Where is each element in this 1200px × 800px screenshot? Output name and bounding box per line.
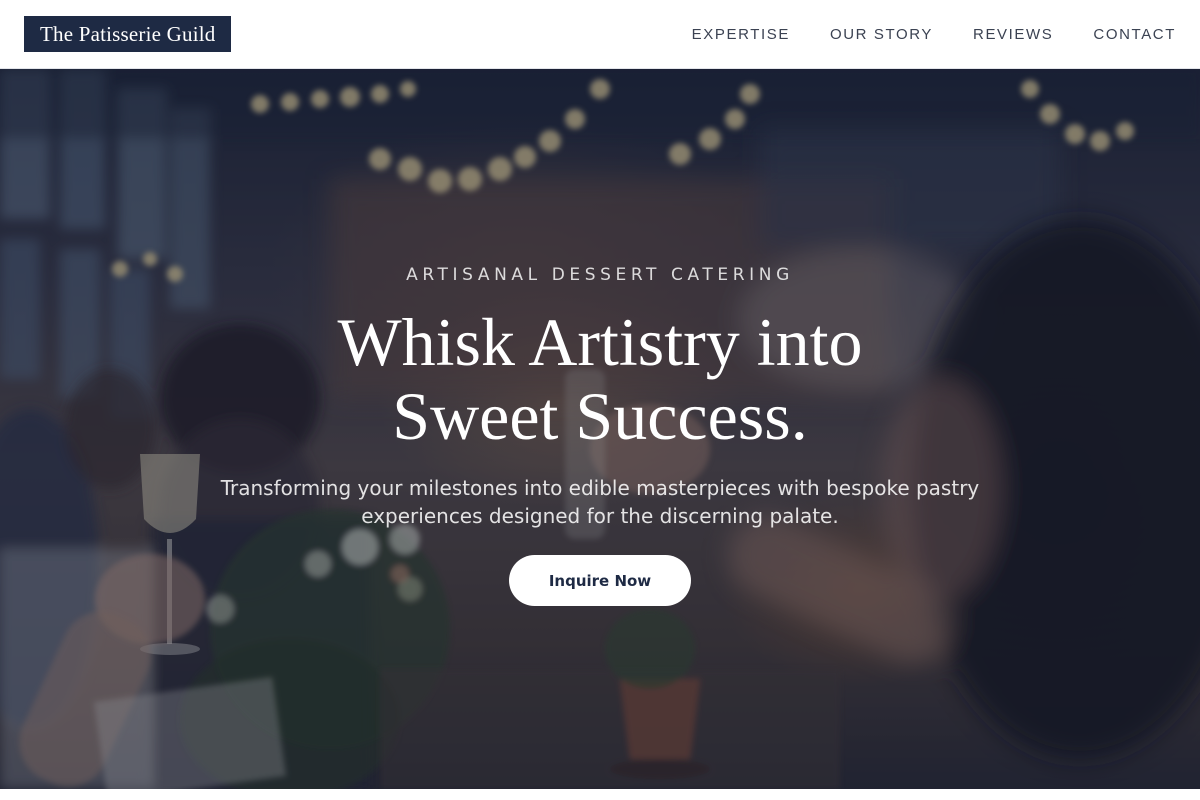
hero-section: ARTISANAL DESSERT CATERING Whisk Artistr… (0, 69, 1200, 789)
brand-logo[interactable]: The Patisserie Guild (24, 16, 232, 52)
nav-link-expertise[interactable]: EXPERTISE (692, 26, 790, 43)
inquire-now-button[interactable]: Inquire Now (509, 555, 691, 606)
hero-subtitle: Transforming your milestones into edible… (200, 474, 1000, 530)
nav-link-reviews[interactable]: REVIEWS (973, 26, 1053, 43)
main-nav: EXPERTISE OUR STORY REVIEWS CONTACT (692, 26, 1176, 43)
hero-subtitle-line-1: Transforming your milestones into edible… (220, 476, 980, 500)
nav-link-contact[interactable]: CONTACT (1093, 26, 1176, 43)
site-header: The Patisserie Guild EXPERTISE OUR STORY… (0, 0, 1200, 69)
hero-headline-line-1: Whisk Artistry into (337, 304, 863, 380)
hero-subtitle-line-2: experiences designed for the discerning … (361, 504, 839, 528)
page-bottom-strip (0, 789, 1200, 800)
hero-content: ARTISANAL DESSERT CATERING Whisk Artistr… (0, 69, 1200, 789)
hero-headline-line-2: Sweet Success. (392, 378, 808, 454)
nav-link-our-story[interactable]: OUR STORY (830, 26, 933, 43)
hero-eyebrow: ARTISANAL DESSERT CATERING (406, 265, 794, 285)
hero-headline: Whisk Artistry into Sweet Success. (0, 305, 1200, 453)
